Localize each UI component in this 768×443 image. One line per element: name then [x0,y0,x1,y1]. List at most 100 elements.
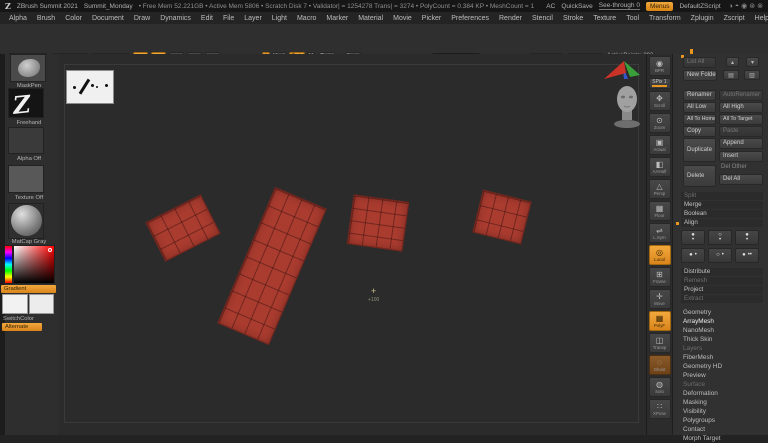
titlebar-icon[interactable]: ◑ [729,3,733,10]
switch-color-label[interactable]: SwitchColor [0,316,58,322]
menu-item[interactable]: Material [353,14,388,23]
all-to-home-button[interactable]: All To Home [683,114,716,125]
subtool-menu-item[interactable]: Distribute [681,268,763,276]
subpalette-item[interactable]: Geometry [681,308,765,317]
all-to-target-button[interactable]: All To Target [719,114,763,125]
subpalette-item[interactable]: Thick Skin [681,335,765,344]
subtool-menu-item[interactable]: Align [681,219,763,227]
shelf-button[interactable]: ◫ Transp [649,333,671,353]
menu-item[interactable]: Document [87,14,129,23]
titlebar-icon[interactable]: ◓ [735,3,739,10]
list-all-button[interactable]: List All [683,57,716,68]
delete-button[interactable]: Delete [683,165,716,187]
menu-item[interactable]: Draw [129,14,155,23]
align-option-button[interactable]: ● • [681,230,705,245]
stroke-thumbnail[interactable]: Z [8,88,44,118]
shelf-button[interactable]: ◉ BPR [649,56,671,76]
document-canvas[interactable]: + +100 [58,54,646,435]
camview-head-widget[interactable] [610,84,644,128]
shelf-button[interactable]: ◌ Ghost [649,355,671,375]
del-all-button[interactable]: Del All [719,174,763,185]
paste-button[interactable]: Paste [719,126,763,137]
alternate-button[interactable]: Alternate [2,323,42,331]
shelf-button[interactable]: ▣ Actual [649,135,671,155]
menu-item[interactable]: Tool [621,14,644,23]
menu-item[interactable]: Help [750,14,768,23]
subpalette-item[interactable]: NanoMesh [681,326,765,335]
append-button[interactable]: Append [719,138,763,149]
del-other-button[interactable]: Del Other [721,164,747,170]
main-color-swatch[interactable] [2,294,28,314]
subpalette-item[interactable]: Contact [681,425,765,434]
axis-orientation-icon[interactable] [604,59,642,81]
subpalette-item[interactable]: Geometry HD [681,362,765,371]
copy-button[interactable]: Copy [683,126,716,137]
subtool-down-button[interactable]: ▾ [746,57,759,67]
folder-collapse-icon[interactable]: ▤ [723,70,739,80]
insert-button[interactable]: Insert [719,151,763,162]
menu-item[interactable]: Color [60,14,87,23]
see-through-slider[interactable]: See-through 0 [599,2,640,10]
subpalette-item[interactable]: FiberMesh [681,353,765,362]
shelf-button[interactable]: ▦ PolyF [649,311,671,331]
subpalette-item[interactable]: Deformation [681,389,765,398]
subtool-menu-item[interactable]: Split [681,192,763,200]
subpalette-item[interactable]: Masking [681,398,765,407]
ac-toggle[interactable]: AC [546,3,555,10]
folder-expand-icon[interactable]: ▥ [744,70,760,80]
titlebar-icon[interactable]: ⊛ [749,3,755,10]
shelf-button[interactable]: ◎ Local [649,245,671,265]
auto-renamer-button[interactable]: AutoRenamer [719,90,763,101]
subtool-up-button[interactable]: ▴ [726,57,739,67]
align-option-button[interactable]: ● • [681,248,705,263]
menus-button[interactable]: Menus [646,2,674,11]
material-thumbnail[interactable] [8,203,44,239]
titlebar-icon[interactable]: ◉ [741,3,747,10]
subpalette-item[interactable]: Morph Target [681,434,765,443]
subpalette-item[interactable]: ArrayMesh [681,317,765,326]
subtool-menu-item[interactable]: Merge [681,201,763,209]
titlebar-icon[interactable]: ⊗ [757,3,763,10]
saturation-value-picker[interactable] [13,245,55,284]
subpalette-item[interactable]: Preview [681,371,765,380]
shelf-button[interactable]: ✛ Move [649,289,671,309]
subpalette-item[interactable]: Visibility [681,407,765,416]
brush-thumbnail[interactable] [10,54,46,82]
all-low-button[interactable]: All Low [683,102,716,113]
alpha-thumbnail[interactable] [8,127,44,154]
menu-item[interactable]: Preferences [446,14,494,23]
shelf-button[interactable]: ✥ Scroll [649,91,671,111]
menu-item[interactable]: Stroke [558,14,588,23]
menu-item[interactable]: Zscript [719,14,750,23]
shelf-button[interactable]: ◧ AAHalf [649,157,671,177]
subtool-menu-item[interactable]: Project [681,286,763,294]
menu-item[interactable]: Brush [32,14,60,23]
mesh-plane[interactable] [347,194,409,251]
subpalette-item[interactable]: Polygroups [681,416,765,425]
align-option-button[interactable]: ○ • [708,248,732,263]
shelf-button[interactable]: ▦ Floor [649,201,671,221]
hue-strip[interactable] [4,245,13,284]
duplicate-button[interactable]: Duplicate [683,138,716,162]
menu-item[interactable]: Dynamics [155,14,196,23]
subtool-menu-item[interactable]: Remesh [681,277,763,285]
menu-item[interactable]: Edit [196,14,218,23]
texture-thumbnail[interactable] [8,165,44,193]
gradient-button[interactable]: Gradient [1,285,56,293]
all-high-button[interactable]: All High [719,102,763,113]
align-option-button[interactable]: ○ • [708,230,732,245]
shelf-button[interactable]: ∷ XPose [649,399,671,419]
renamer-button[interactable]: Renamer [683,90,716,101]
menu-item[interactable]: Zplugin [686,14,719,23]
shelf-button[interactable]: ⇌ L.Sym [649,223,671,243]
align-option-button[interactable]: ● •• [735,248,759,263]
menu-item[interactable]: Layer [239,14,267,23]
menu-item[interactable]: Movie [388,14,417,23]
menu-item[interactable]: Macro [292,14,321,23]
subpalette-item[interactable]: Surface [681,380,765,389]
new-folder-button[interactable]: New Folder [683,70,717,81]
menu-item[interactable]: File [218,14,239,23]
shelf-button[interactable]: ⊞ Frame [649,267,671,287]
menu-item[interactable]: Alpha [4,14,32,23]
menu-item[interactable]: Picker [417,14,446,23]
